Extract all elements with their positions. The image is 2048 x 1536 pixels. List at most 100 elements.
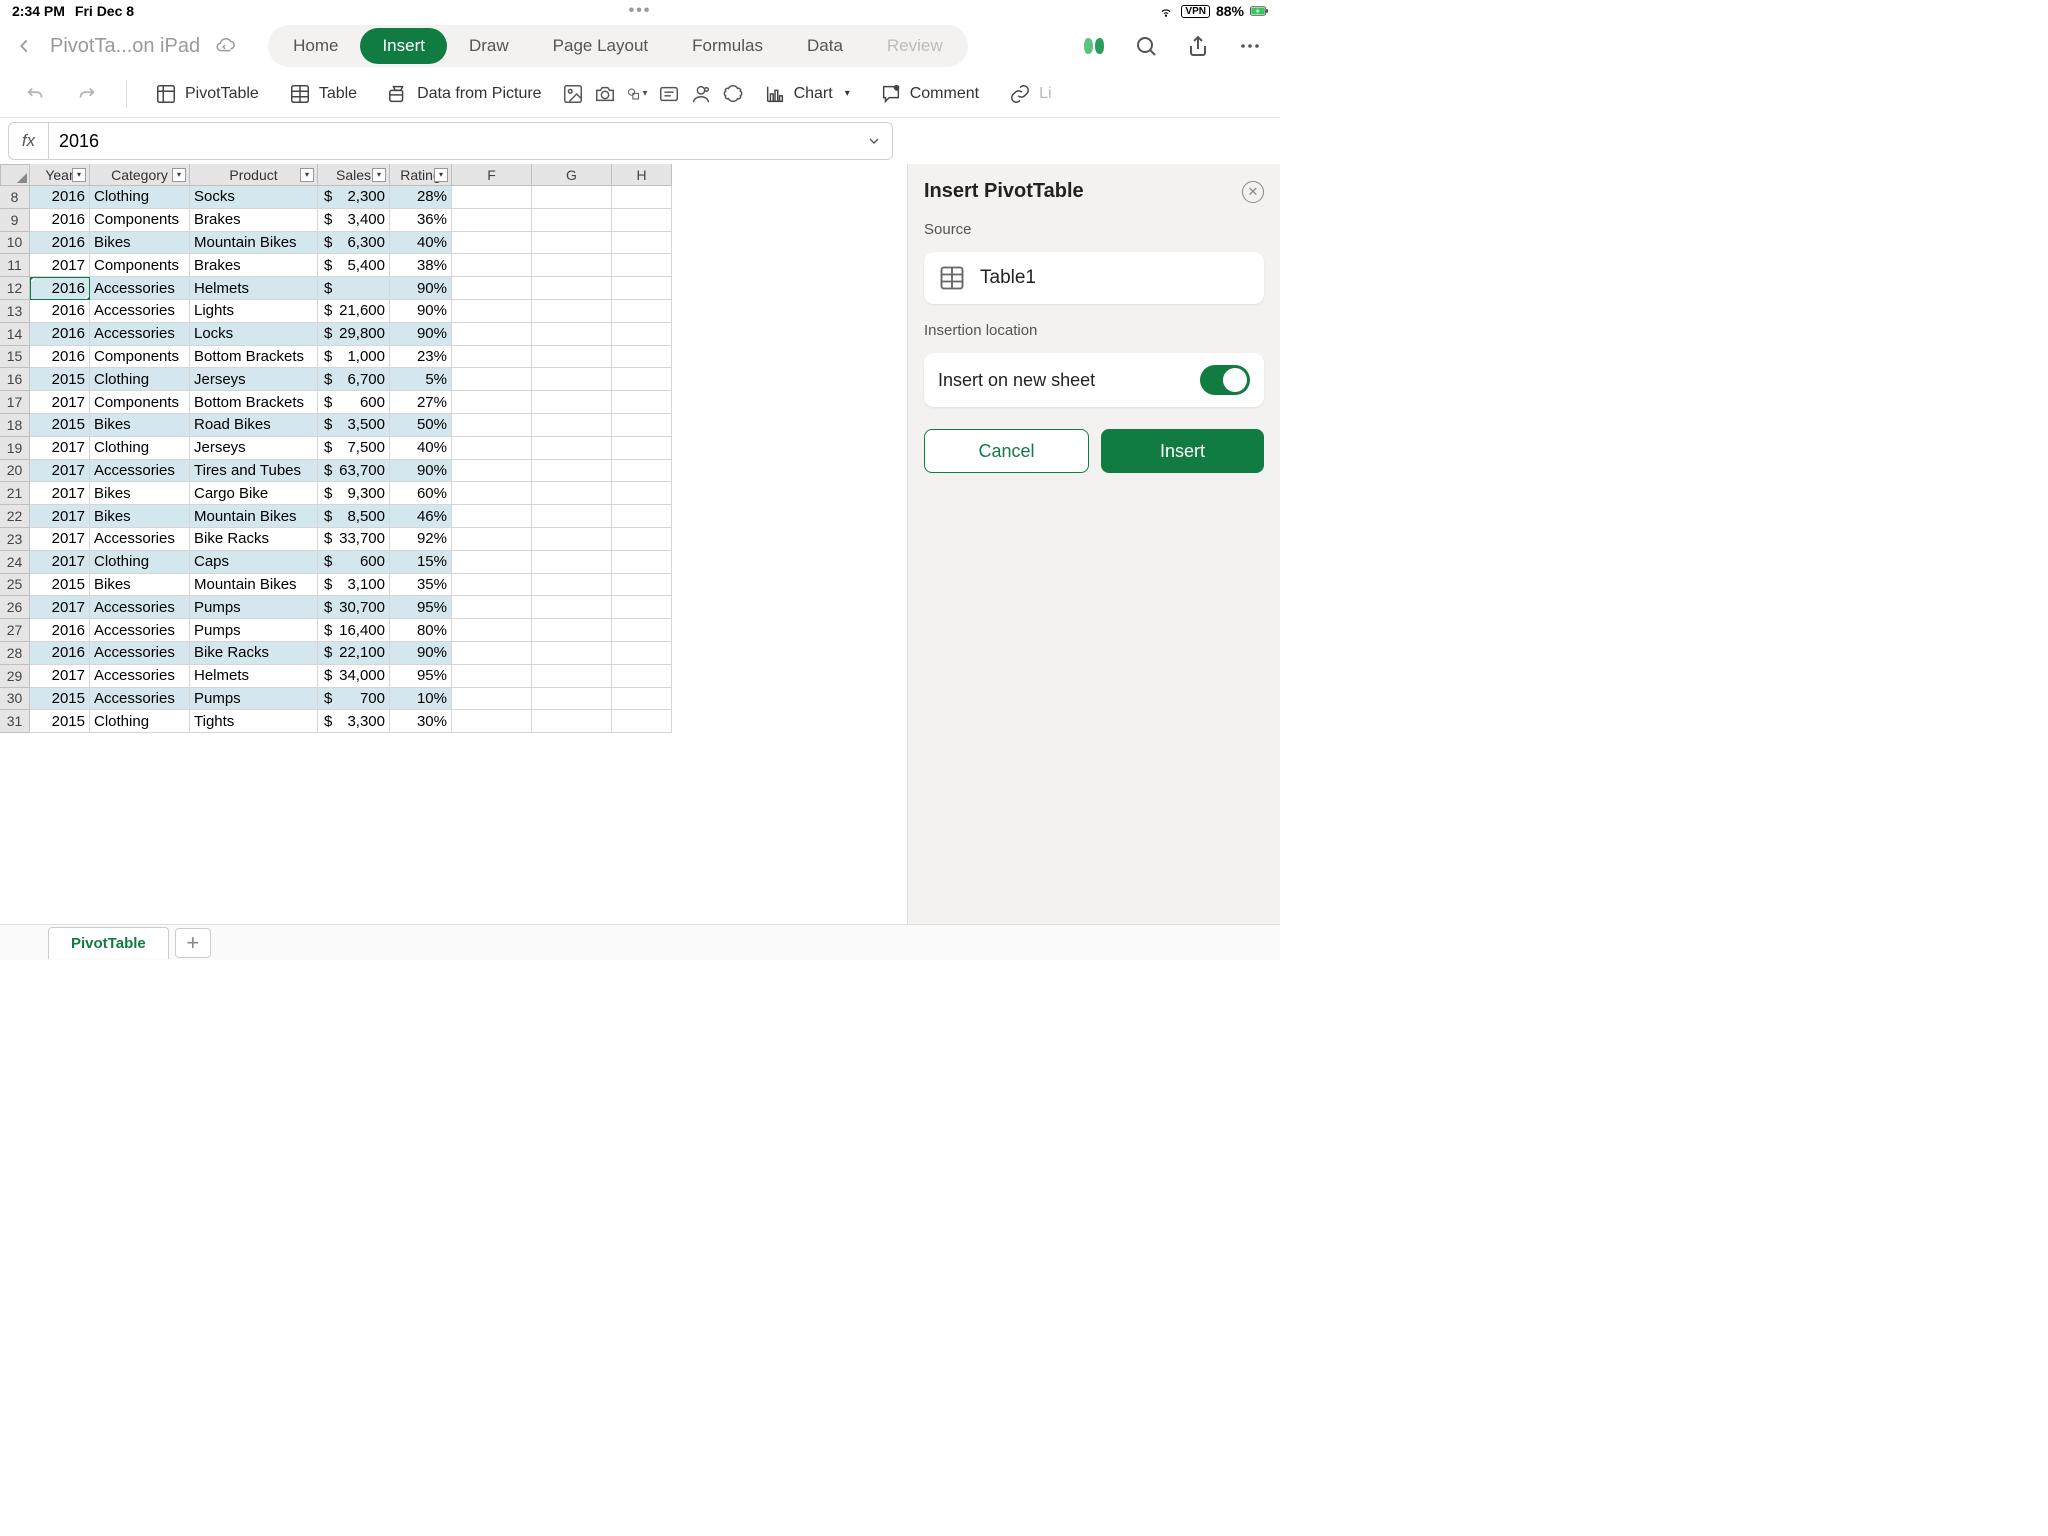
- cell-rating[interactable]: 90%: [390, 277, 452, 300]
- cell-year[interactable]: 2016: [30, 323, 90, 346]
- camera-icon[interactable]: [594, 83, 616, 105]
- cell-category[interactable]: Bikes: [90, 505, 190, 528]
- cell-year[interactable]: 2015: [30, 688, 90, 711]
- cell-category[interactable]: Clothing: [90, 710, 190, 733]
- cell-product[interactable]: Caps: [190, 551, 318, 574]
- cell-empty[interactable]: [532, 323, 612, 346]
- cell-empty[interactable]: [452, 642, 532, 665]
- column-header-F[interactable]: F: [452, 164, 532, 186]
- cell-rating[interactable]: 80%: [390, 619, 452, 642]
- cell-rating[interactable]: 28%: [390, 186, 452, 209]
- select-all-corner[interactable]: [0, 164, 30, 186]
- cell-empty[interactable]: [532, 710, 612, 733]
- cell-empty[interactable]: [452, 346, 532, 369]
- cell-year[interactable]: 2015: [30, 368, 90, 391]
- column-header-H[interactable]: H: [612, 164, 672, 186]
- cell-category[interactable]: Bikes: [90, 482, 190, 505]
- cell-product[interactable]: Brakes: [190, 209, 318, 232]
- cell-empty[interactable]: [532, 300, 612, 323]
- cell-sales[interactable]: $600: [318, 551, 390, 574]
- cell-sales[interactable]: $700: [318, 688, 390, 711]
- more-icon[interactable]: [1238, 34, 1262, 58]
- cell-empty[interactable]: [452, 460, 532, 483]
- cell-rating[interactable]: 95%: [390, 596, 452, 619]
- row-header[interactable]: 15: [0, 346, 30, 369]
- row-header[interactable]: 26: [0, 596, 30, 619]
- cell-empty[interactable]: [612, 551, 672, 574]
- cell-rating[interactable]: 95%: [390, 665, 452, 688]
- document-title[interactable]: PivotTa...on iPad: [50, 35, 200, 58]
- cell-empty[interactable]: [532, 482, 612, 505]
- addin-icon[interactable]: [722, 83, 744, 105]
- cell-empty[interactable]: [452, 254, 532, 277]
- cell-product[interactable]: Helmets: [190, 277, 318, 300]
- cell-category[interactable]: Accessories: [90, 300, 190, 323]
- cell-sales[interactable]: $7,500: [318, 437, 390, 460]
- cell-empty[interactable]: [532, 528, 612, 551]
- cell-product[interactable]: Helmets: [190, 665, 318, 688]
- cell-year[interactable]: 2017: [30, 528, 90, 551]
- cell-sales[interactable]: $34,000: [318, 665, 390, 688]
- cell-empty[interactable]: [452, 232, 532, 255]
- cell-empty[interactable]: [612, 482, 672, 505]
- cell-rating[interactable]: 60%: [390, 482, 452, 505]
- cell-empty[interactable]: [612, 186, 672, 209]
- cloud-sync-icon[interactable]: [214, 35, 236, 57]
- column-header-category[interactable]: Category▾: [90, 164, 190, 186]
- cell-empty[interactable]: [612, 528, 672, 551]
- tab-review[interactable]: Review: [865, 28, 965, 64]
- cell-empty[interactable]: [612, 505, 672, 528]
- cell-empty[interactable]: [452, 300, 532, 323]
- cell-category[interactable]: Clothing: [90, 551, 190, 574]
- cell-category[interactable]: Components: [90, 391, 190, 414]
- cell-sales[interactable]: $6,700: [318, 368, 390, 391]
- cell-product[interactable]: Mountain Bikes: [190, 232, 318, 255]
- copilot-icon[interactable]: [1082, 34, 1106, 58]
- cell-year[interactable]: 2015: [30, 414, 90, 437]
- cell-empty[interactable]: [532, 232, 612, 255]
- cell-empty[interactable]: [532, 254, 612, 277]
- people-icon[interactable]: [690, 83, 712, 105]
- column-header-G[interactable]: G: [532, 164, 612, 186]
- cell-empty[interactable]: [532, 505, 612, 528]
- row-header[interactable]: 21: [0, 482, 30, 505]
- cell-sales[interactable]: $63,700: [318, 460, 390, 483]
- cell-year[interactable]: 2016: [30, 346, 90, 369]
- cell-product[interactable]: Pumps: [190, 596, 318, 619]
- cell-category[interactable]: Accessories: [90, 277, 190, 300]
- formula-input[interactable]: 2016: [49, 123, 856, 159]
- cell-empty[interactable]: [452, 574, 532, 597]
- data-from-picture-button[interactable]: Data from Picture: [377, 77, 551, 111]
- cell-product[interactable]: Locks: [190, 323, 318, 346]
- cell-empty[interactable]: [452, 551, 532, 574]
- redo-button[interactable]: [66, 77, 108, 111]
- cell-empty[interactable]: [452, 437, 532, 460]
- cell-empty[interactable]: [612, 300, 672, 323]
- cell-empty[interactable]: [612, 368, 672, 391]
- cell-empty[interactable]: [452, 391, 532, 414]
- row-header[interactable]: 8: [0, 186, 30, 209]
- cell-category[interactable]: Accessories: [90, 460, 190, 483]
- tab-insert[interactable]: Insert: [360, 28, 447, 64]
- cell-rating[interactable]: 30%: [390, 710, 452, 733]
- cell-product[interactable]: Jerseys: [190, 368, 318, 391]
- formula-expand[interactable]: [856, 123, 892, 159]
- cell-empty[interactable]: [612, 232, 672, 255]
- row-header[interactable]: 28: [0, 642, 30, 665]
- cell-year[interactable]: 2017: [30, 665, 90, 688]
- cell-empty[interactable]: [452, 710, 532, 733]
- cell-product[interactable]: Tights: [190, 710, 318, 733]
- cell-category[interactable]: Clothing: [90, 437, 190, 460]
- row-header[interactable]: 29: [0, 665, 30, 688]
- filter-icon[interactable]: ▾: [434, 168, 448, 182]
- row-header[interactable]: 25: [0, 574, 30, 597]
- row-header[interactable]: 18: [0, 414, 30, 437]
- cell-sales[interactable]: $29,800: [318, 323, 390, 346]
- cell-empty[interactable]: [532, 596, 612, 619]
- column-header-sales[interactable]: Sales▾: [318, 164, 390, 186]
- row-header[interactable]: 27: [0, 619, 30, 642]
- cell-empty[interactable]: [532, 619, 612, 642]
- shapes-icon[interactable]: ▾: [626, 83, 648, 105]
- cell-empty[interactable]: [612, 460, 672, 483]
- cell-rating[interactable]: 40%: [390, 437, 452, 460]
